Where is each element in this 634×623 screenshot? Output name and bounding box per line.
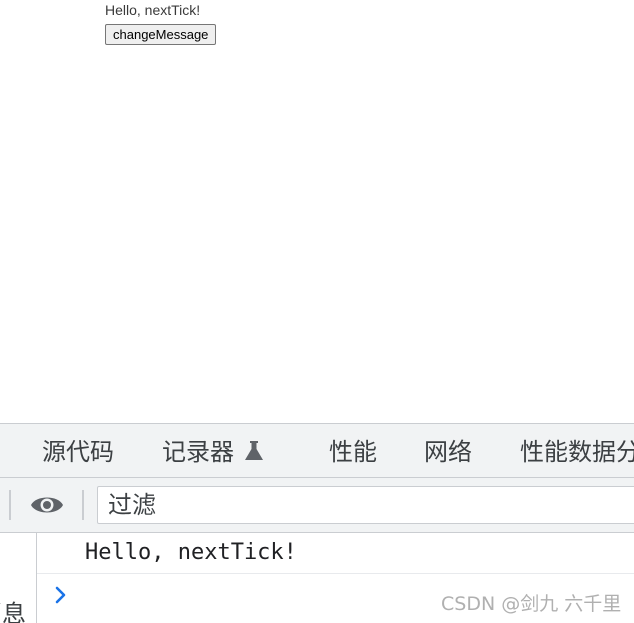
tab-performance[interactable]: 性能 <box>329 424 377 477</box>
tab-sources[interactable]: 源代码 <box>42 424 114 477</box>
toolbar-divider <box>9 490 11 520</box>
eye-icon[interactable] <box>30 492 64 518</box>
devtools-tabbar: 源代码 记录器 性能 网络 性能数据分 <box>0 424 634 478</box>
console-filter-input[interactable] <box>97 486 634 524</box>
console-log-text: Hello, nextTick! <box>85 540 297 565</box>
page-viewport: Hello, nextTick! changeMessage <box>0 0 634 423</box>
flask-icon <box>245 441 263 460</box>
csdn-watermark: CSDN @剑九 六千里 <box>441 593 622 615</box>
change-message-button[interactable]: changeMessage <box>105 24 217 45</box>
devtools-panel: 源代码 记录器 性能 网络 性能数据分 消息 Hello, nextTick! … <box>0 423 634 623</box>
tab-network[interactable]: 网络 <box>424 424 472 477</box>
chevron-right-icon[interactable] <box>54 586 68 604</box>
console-toolbar <box>0 478 634 533</box>
console-log-row: Hello, nextTick! <box>37 533 634 574</box>
tab-performance-insights[interactable]: 性能数据分 <box>520 424 634 477</box>
app-message-text: Hello, nextTick! <box>105 2 201 18</box>
console-sidebar: 消息 <box>0 533 37 623</box>
toolbar-divider <box>82 490 84 520</box>
tab-recorder[interactable]: 记录器 <box>162 424 234 477</box>
